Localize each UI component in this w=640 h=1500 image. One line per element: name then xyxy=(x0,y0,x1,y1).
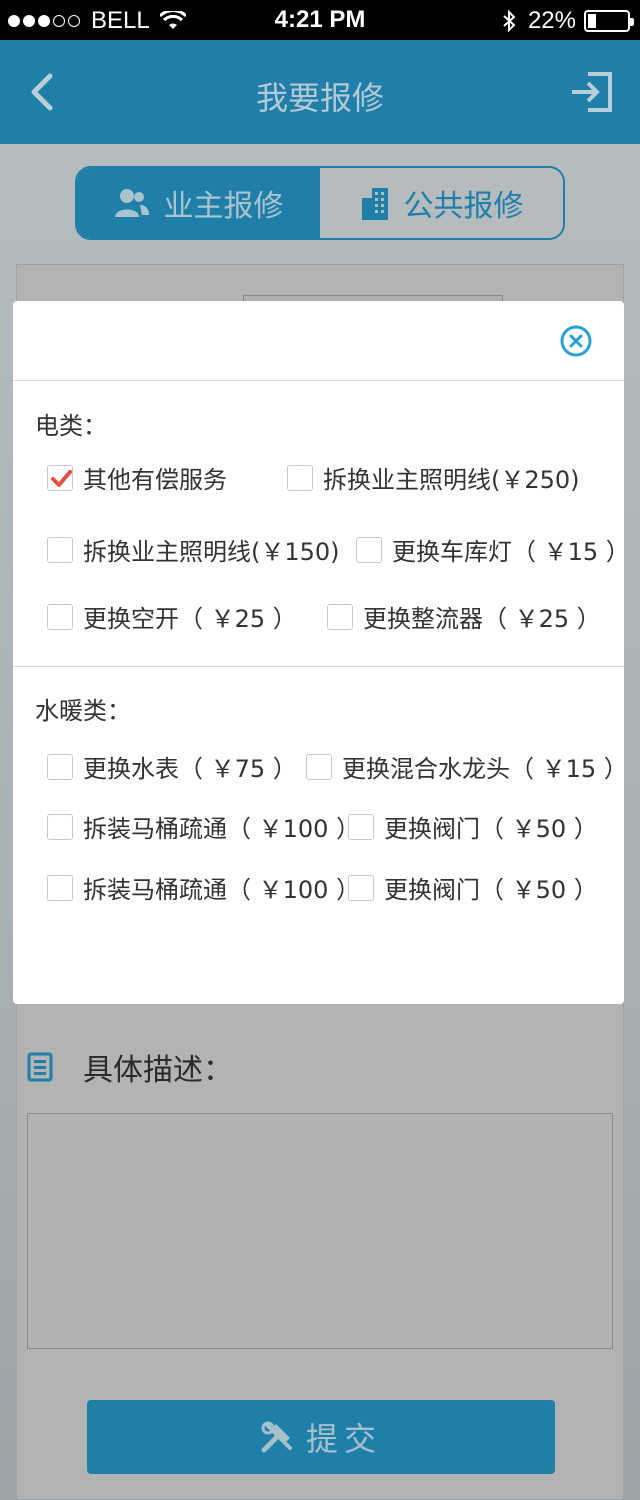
tab-public-label: 公共报修 xyxy=(403,189,524,224)
checkbox[interactable] xyxy=(287,464,313,491)
checkbox[interactable] xyxy=(47,753,73,780)
plumbing-title: 水暖类： xyxy=(35,697,131,725)
service-option[interactable]: 更换空开（ ￥25 ） xyxy=(47,599,297,634)
service-option[interactable]: 拆装马桶疏通（ ￥100 ） xyxy=(47,870,360,905)
checkbox[interactable] xyxy=(47,603,73,630)
close-icon[interactable] xyxy=(560,325,592,357)
service-option-label: 更换水表（ ￥75 ） xyxy=(83,755,297,783)
checkbox[interactable] xyxy=(47,813,73,840)
service-option-label: 更换整流器（ ￥25 ） xyxy=(363,605,601,633)
battery-icon xyxy=(584,10,634,32)
submit-button[interactable]: 提交 xyxy=(87,1400,555,1474)
logout-icon[interactable] xyxy=(570,70,614,114)
description-label: 具体描述： xyxy=(83,1053,233,1088)
service-select-modal: 电类： 其他有偿服务 拆换业主照明线(￥250) 拆换业主照明线(￥150) 更换车库… xyxy=(13,301,630,1004)
plumbing-section: 水暖类： 更换水表（ ￥75 ） 更换混合水龙头（ ￥15 ） 拆装马桶疏通（ ￥1… xyxy=(13,667,628,967)
service-option[interactable]: 更换混合水龙头（ ￥15 ） xyxy=(306,749,628,784)
submit-label: 提交 xyxy=(305,1420,382,1458)
service-option-label: 拆换业主照明线(￥150) xyxy=(83,538,340,566)
service-option[interactable]: 更换阀门（ ￥50 ） xyxy=(348,870,598,905)
service-option-label: 更换空开（ ￥25 ） xyxy=(83,605,297,633)
checkbox[interactable] xyxy=(356,536,382,563)
battery-percent: 22% xyxy=(527,7,576,34)
building-icon xyxy=(361,188,388,220)
description-textarea[interactable] xyxy=(27,1113,613,1349)
checkbox[interactable] xyxy=(306,753,332,780)
service-option[interactable]: 更换整流器（ ￥25 ） xyxy=(327,599,601,634)
nav-bar: 我要报修 xyxy=(0,40,640,144)
service-option[interactable]: 更换车库灯（ ￥15 ） xyxy=(356,532,630,567)
description-row: 具体描述： xyxy=(27,1045,233,1089)
document-icon xyxy=(27,1052,53,1082)
status-bar: BELL 4:21 PM 22% xyxy=(0,0,640,40)
page-title: 我要报修 xyxy=(255,79,384,117)
tab-owner-repair[interactable]: 业主报修 xyxy=(77,168,320,238)
checkbox[interactable] xyxy=(47,536,73,563)
tab-owner-label: 业主报修 xyxy=(163,189,284,224)
checkbox[interactable] xyxy=(47,464,73,491)
service-option-label: 其他有偿服务 xyxy=(83,466,227,494)
service-option[interactable]: 拆换业主照明线(￥250) xyxy=(287,460,580,495)
service-option-label: 更换混合水龙头（ ￥15 ） xyxy=(342,755,628,783)
electric-title: 电类： xyxy=(35,412,107,440)
service-option[interactable]: 其他有偿服务 xyxy=(47,460,227,495)
checkbox[interactable] xyxy=(348,874,374,901)
tools-icon xyxy=(261,1421,292,1453)
service-option-label: 拆换业主照明线(￥250) xyxy=(323,466,580,494)
checkmark-icon xyxy=(51,469,72,487)
service-option-label: 更换阀门（ ￥50 ） xyxy=(384,876,598,904)
service-option[interactable]: 更换水表（ ￥75 ） xyxy=(47,749,297,784)
bluetooth-icon xyxy=(503,9,516,33)
tab-public-repair[interactable]: 公共报修 xyxy=(320,168,563,238)
repair-type-segment: 业主报修 公共报修 xyxy=(75,166,565,240)
checkbox[interactable] xyxy=(327,603,353,630)
users-icon xyxy=(114,189,149,217)
checkbox[interactable] xyxy=(47,874,73,901)
electric-section: 电类： 其他有偿服务 拆换业主照明线(￥250) 拆换业主照明线(￥150) 更换车库… xyxy=(13,382,630,666)
service-option-label: 拆装马桶疏通（ ￥100 ） xyxy=(83,876,361,904)
status-right: 22% xyxy=(502,7,634,35)
service-option-label: 更换阀门（ ￥50 ） xyxy=(384,815,598,843)
modal-header xyxy=(13,301,624,381)
service-option[interactable]: 拆装马桶疏通（ ￥100 ） xyxy=(47,809,360,844)
checkbox[interactable] xyxy=(348,813,374,840)
service-option[interactable]: 更换阀门（ ￥50 ） xyxy=(348,809,598,844)
service-option[interactable]: 拆换业主照明线(￥150) xyxy=(47,532,340,567)
service-option-label: 更换车库灯（ ￥15 ） xyxy=(392,538,630,566)
service-option-label: 拆装马桶疏通（ ￥100 ） xyxy=(83,815,361,843)
